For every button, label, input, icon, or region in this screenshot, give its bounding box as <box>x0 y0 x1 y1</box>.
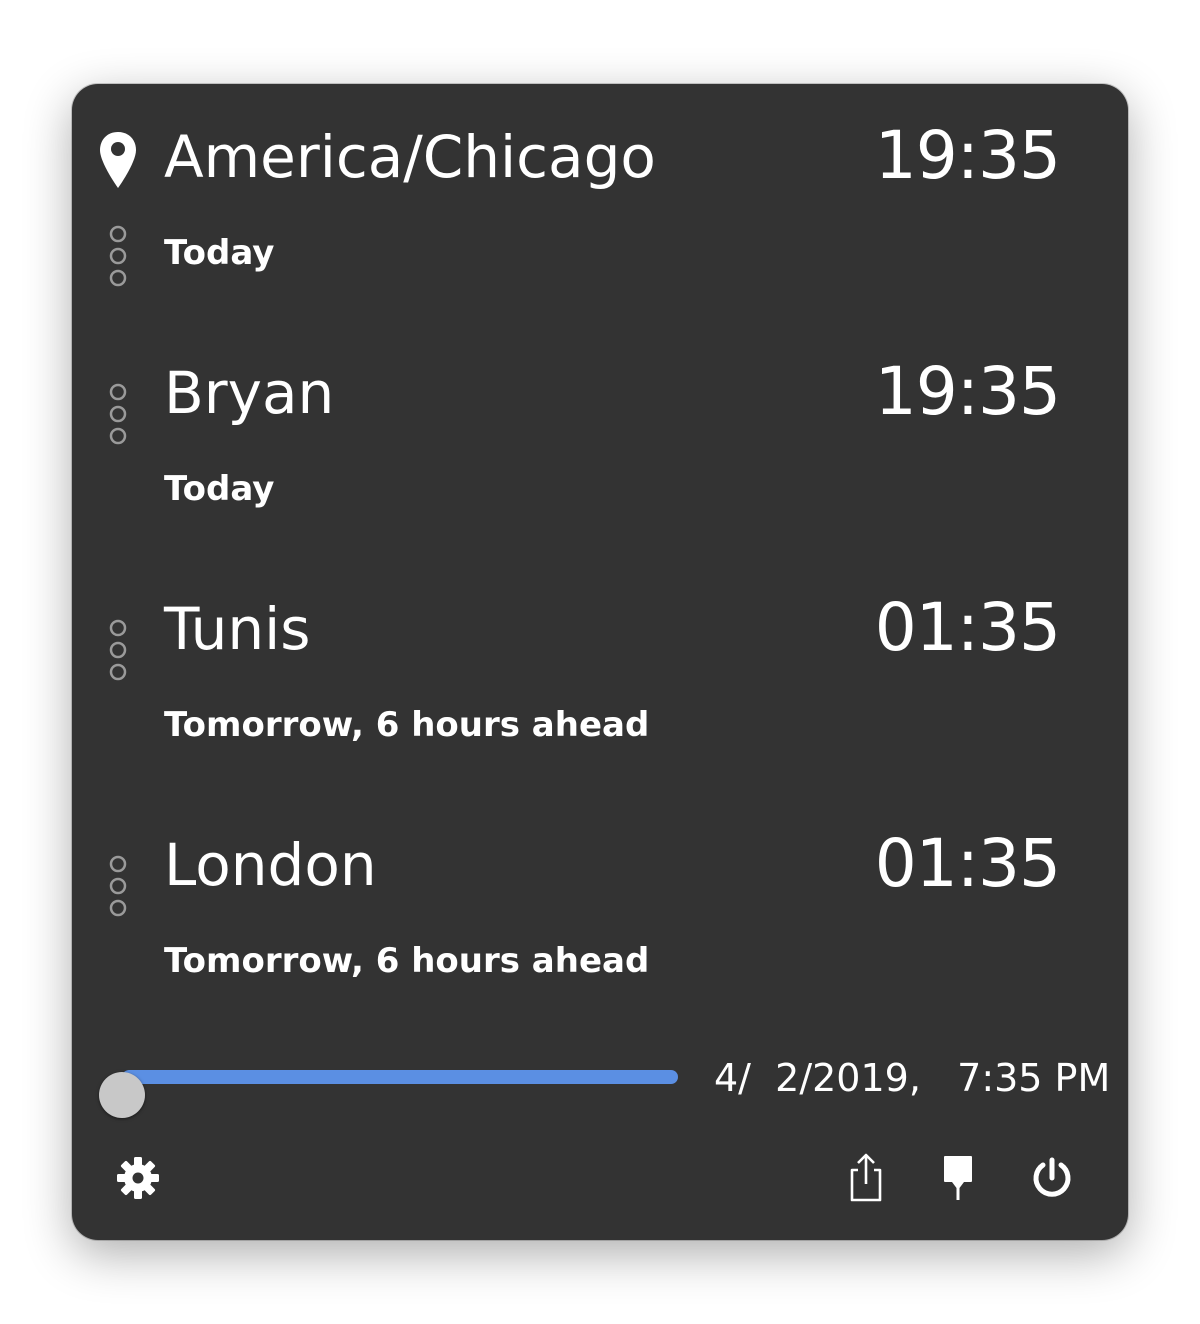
slider-datetime-label: 4/ 2/2019, 7:35 PM <box>714 1056 1111 1100</box>
clock-subtitle: Today <box>164 469 275 509</box>
clock-name: Bryan <box>164 359 335 427</box>
clock-panel: America/Chicago 19:35 Today Bryan 19:35 … <box>72 84 1128 1240</box>
drag-handle-icon[interactable] <box>106 224 130 290</box>
gear-icon <box>114 1154 162 1206</box>
power-icon <box>1028 1154 1076 1206</box>
clock-subtitle: Today <box>164 233 275 273</box>
share-button[interactable] <box>840 1152 892 1208</box>
clock-time: 19:35 <box>874 117 1061 194</box>
clock-name: Tunis <box>164 595 311 663</box>
drag-handle-icon[interactable] <box>106 854 130 920</box>
settings-button[interactable] <box>112 1154 164 1206</box>
pin-window-button[interactable] <box>932 1154 984 1206</box>
slider-thumb[interactable] <box>99 1072 145 1118</box>
clock-row-bryan[interactable]: Bryan 19:35 Today <box>72 320 1128 556</box>
drag-handle-icon[interactable] <box>106 618 130 684</box>
clock-row-london[interactable]: London 01:35 Tomorrow, 6 hours ahead <box>72 792 1128 1028</box>
quit-button[interactable] <box>1026 1154 1078 1206</box>
map-pin-icon <box>96 128 140 192</box>
drag-handle-icon[interactable] <box>106 382 130 448</box>
clock-name: London <box>164 831 377 899</box>
slider-track[interactable] <box>99 1070 678 1118</box>
clock-time: 01:35 <box>874 589 1061 666</box>
clock-row-tunis[interactable]: Tunis 01:35 Tomorrow, 6 hours ahead <box>72 556 1128 792</box>
clock-subtitle: Tomorrow, 6 hours ahead <box>164 941 650 981</box>
clock-time: 01:35 <box>874 825 1061 902</box>
clock-row-america-chicago[interactable]: America/Chicago 19:35 Today <box>72 84 1128 320</box>
pin-icon <box>938 1152 978 1208</box>
share-icon <box>844 1152 888 1208</box>
clock-name: America/Chicago <box>164 123 656 191</box>
clock-subtitle: Tomorrow, 6 hours ahead <box>164 705 650 745</box>
time-slider[interactable] <box>99 1052 680 1118</box>
clock-time: 19:35 <box>874 353 1061 430</box>
